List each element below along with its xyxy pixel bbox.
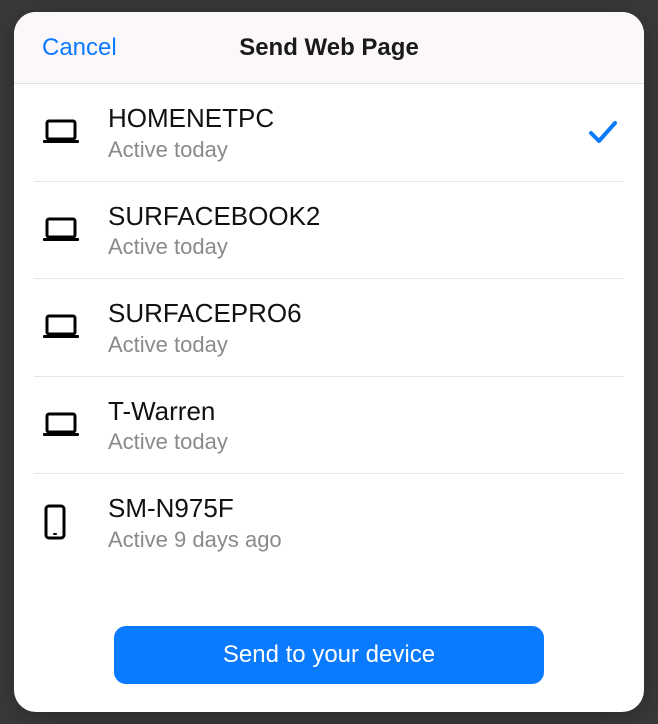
sheet-header: Cancel Send Web Page [14, 12, 644, 84]
sheet-footer: Send to your device [14, 614, 644, 712]
device-status: Active today [108, 234, 576, 260]
device-status: Active today [108, 429, 576, 455]
device-text: SURFACEBOOK2 Active today [108, 200, 576, 261]
device-name: HOMENETPC [108, 102, 576, 135]
laptop-icon [38, 412, 108, 438]
cancel-button[interactable]: Cancel [42, 34, 117, 62]
device-text: SM-N975F Active 9 days ago [108, 492, 576, 553]
send-button[interactable]: Send to your device [114, 626, 544, 684]
sheet-title: Send Web Page [239, 34, 419, 62]
device-status: Active today [108, 332, 576, 358]
device-name: SURFACEPRO6 [108, 297, 576, 330]
device-row[interactable]: SURFACEPRO6 Active today [34, 279, 624, 377]
laptop-icon [38, 119, 108, 145]
device-name: SURFACEBOOK2 [108, 200, 576, 233]
device-row[interactable]: SURFACEBOOK2 Active today [34, 182, 624, 280]
device-row[interactable]: HOMENETPC Active today [34, 84, 624, 182]
checkmark-icon [576, 119, 624, 145]
device-text: HOMENETPC Active today [108, 102, 576, 163]
device-name: T-Warren [108, 395, 576, 428]
device-row[interactable]: T-Warren Active today [34, 377, 624, 475]
device-text: T-Warren Active today [108, 395, 576, 456]
laptop-icon [38, 314, 108, 340]
send-page-sheet: Cancel Send Web Page HOMENETPC Active to… [14, 12, 644, 712]
device-status: Active today [108, 137, 576, 163]
phone-icon [38, 504, 108, 540]
device-list: HOMENETPC Active today SURFACEBOOK2 Acti… [14, 84, 644, 614]
device-name: SM-N975F [108, 492, 576, 525]
device-status: Active 9 days ago [108, 527, 576, 553]
device-row[interactable]: SM-N975F Active 9 days ago [34, 474, 624, 571]
laptop-icon [38, 217, 108, 243]
device-text: SURFACEPRO6 Active today [108, 297, 576, 358]
